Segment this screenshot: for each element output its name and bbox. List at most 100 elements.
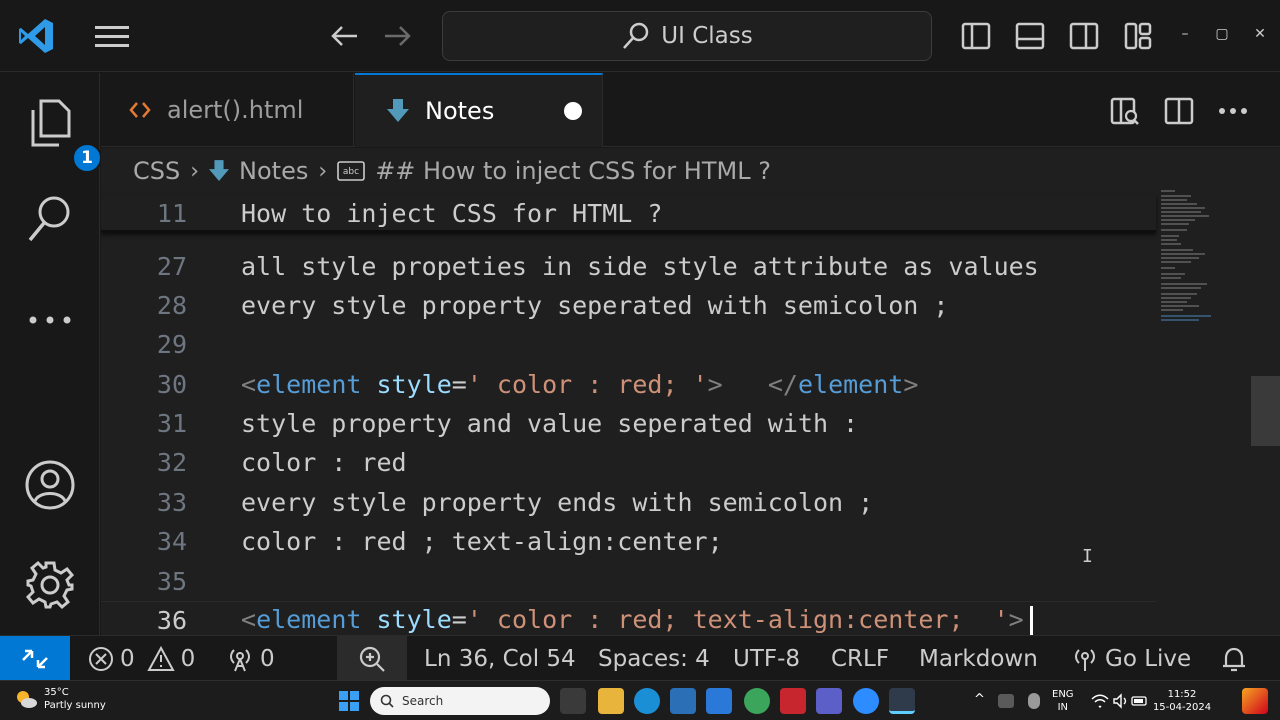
remote-window-button[interactable] [0,636,70,681]
forward-arrow-icon[interactable] [378,18,418,54]
microphone-icon[interactable] [1028,693,1040,709]
more-actions-icon[interactable] [1215,93,1251,129]
back-arrow-icon[interactable] [324,18,364,54]
more-icon [29,316,71,324]
code-line: 31 style property and value seperated wi… [101,404,1156,443]
tab-label: Notes [425,97,495,125]
line-number: 29 [156,330,187,359]
store-icon[interactable] [670,688,696,714]
warning-count: 0 [180,645,196,672]
code-line: 32 color : red [101,443,1156,482]
windows-start-icon[interactable] [336,688,362,714]
vscode-taskbar-icon[interactable] [889,688,915,714]
manage-settings-button[interactable] [20,555,80,615]
weather-widget[interactable]: 35°C Partly sunny [14,686,106,712]
eol-setting[interactable]: CRLF [831,636,889,681]
copilot-icon[interactable] [1242,688,1268,714]
editor-tab-bar: alert().html Notes [101,73,1280,147]
chrome-icon[interactable] [744,688,770,714]
more-views-button[interactable] [20,290,80,350]
network-tray-icon[interactable] [998,694,1014,708]
vscode-logo-icon[interactable] [16,16,56,56]
language-indicator[interactable]: ENG IN [1052,688,1074,714]
broadcast-icon [230,648,250,671]
line-text: How to inject CSS for HTML ? [241,199,663,228]
string-symbol-icon: abc [337,161,365,181]
line-number: 28 [156,291,187,320]
sticky-scroll-header[interactable]: 11 How to inject CSS for HTML ? [101,194,1156,232]
svg-text:abc: abc [343,167,359,177]
remote-icon [22,649,48,668]
language-mode[interactable]: Markdown [919,636,1038,681]
encoding-setting[interactable]: UTF-8 [733,636,800,681]
command-center-search[interactable]: UI Class [442,11,932,61]
search-view-button[interactable] [20,189,80,249]
line-text: <element style=' color : red; '> </eleme… [241,370,919,399]
toggle-secondary-sidebar-icon[interactable] [1066,18,1102,54]
show-hidden-icons-chevron-icon[interactable]: ^ [974,693,985,706]
edge-browser-icon[interactable] [634,688,660,714]
line-text: <element style=' color : red; text-align… [241,605,1033,635]
app-icon[interactable] [706,688,732,714]
customize-layout-icon[interactable] [1120,18,1156,54]
accounts-button[interactable] [20,455,80,515]
line-text: color : red [241,448,407,477]
code-line: 28 every style property seperated with s… [101,286,1156,325]
tab-alert-html[interactable]: alert().html [101,73,354,147]
warning-triangle-icon [146,645,175,671]
line-number: 32 [156,448,187,477]
settings-gear-icon [25,560,75,610]
broadcast-icon [1075,648,1095,671]
code-line: 33 every style property ends with semico… [101,483,1156,522]
clock-time: 11:52 [1167,689,1197,700]
clock[interactable]: 11:52 15-04-2024 [1152,688,1212,714]
menu-hamburger-icon[interactable] [92,18,132,54]
error-circle-icon [89,646,113,671]
go-live-button[interactable]: Go Live [1071,636,1191,681]
breadcrumb-item-heading[interactable]: ## How to inject CSS for HTML ? [375,157,771,185]
tab-notes[interactable]: Notes [355,73,603,147]
line-number: 31 [156,409,187,438]
close-button[interactable]: ✕ [1250,26,1270,42]
mcafee-icon[interactable] [780,688,806,714]
teams-icon[interactable] [816,688,842,714]
line-number: 30 [156,370,187,399]
temperature: 35°C [44,687,69,698]
zoom-button[interactable] [337,636,407,681]
indentation-setting[interactable]: Spaces: 4 [598,636,710,681]
minimize-button[interactable]: – [1175,26,1195,42]
zoom-in-icon [359,646,385,672]
code-line: 35 [101,562,1156,601]
chevron-right-icon: › [190,158,200,184]
minimap[interactable] [1159,188,1249,328]
html-code-icon [129,100,151,120]
split-editor-icon[interactable] [1161,93,1197,129]
code-line: 34 color : red ; text-align:center; [101,522,1156,561]
file-explorer-icon[interactable] [598,688,624,714]
unsaved-dot-icon[interactable] [564,102,582,120]
chevron-right-icon: › [318,158,328,184]
command-center-label: UI Class [661,23,753,49]
partly-sunny-icon [17,691,37,708]
breadcrumb-item-notes[interactable]: Notes [239,157,308,185]
problems-indicator[interactable]: 0 0 [88,636,195,681]
toggle-primary-sidebar-icon[interactable] [958,18,994,54]
open-preview-icon[interactable] [1107,93,1143,129]
maximize-button[interactable]: ▢ [1212,26,1232,42]
zoom-app-icon[interactable] [853,688,879,714]
editor-area[interactable]: CSS › Notes › abc ## How to inject CSS f… [101,148,1280,635]
taskbar-search-input[interactable]: Search [370,687,550,715]
explorer-button[interactable]: 1 [20,93,102,173]
weather-status: Partly sunny [44,700,106,711]
line-text: all style propeties in side style attrib… [241,252,1039,281]
notifications-bell-icon[interactable] [1220,636,1248,681]
task-view-icon[interactable] [560,688,586,714]
wifi-volume-battery-icon[interactable] [1090,693,1150,709]
cursor-position[interactable]: Ln 36, Col 54 [424,636,576,681]
breadcrumb-item-css[interactable]: CSS [133,157,180,185]
toggle-panel-icon[interactable] [1012,18,1048,54]
code-line-active: 36 <element style=' color : red; text-al… [101,601,1156,635]
ports-indicator[interactable]: 0 [226,636,275,681]
search-icon [28,196,70,242]
scrollbar-thumb[interactable] [1251,376,1280,446]
